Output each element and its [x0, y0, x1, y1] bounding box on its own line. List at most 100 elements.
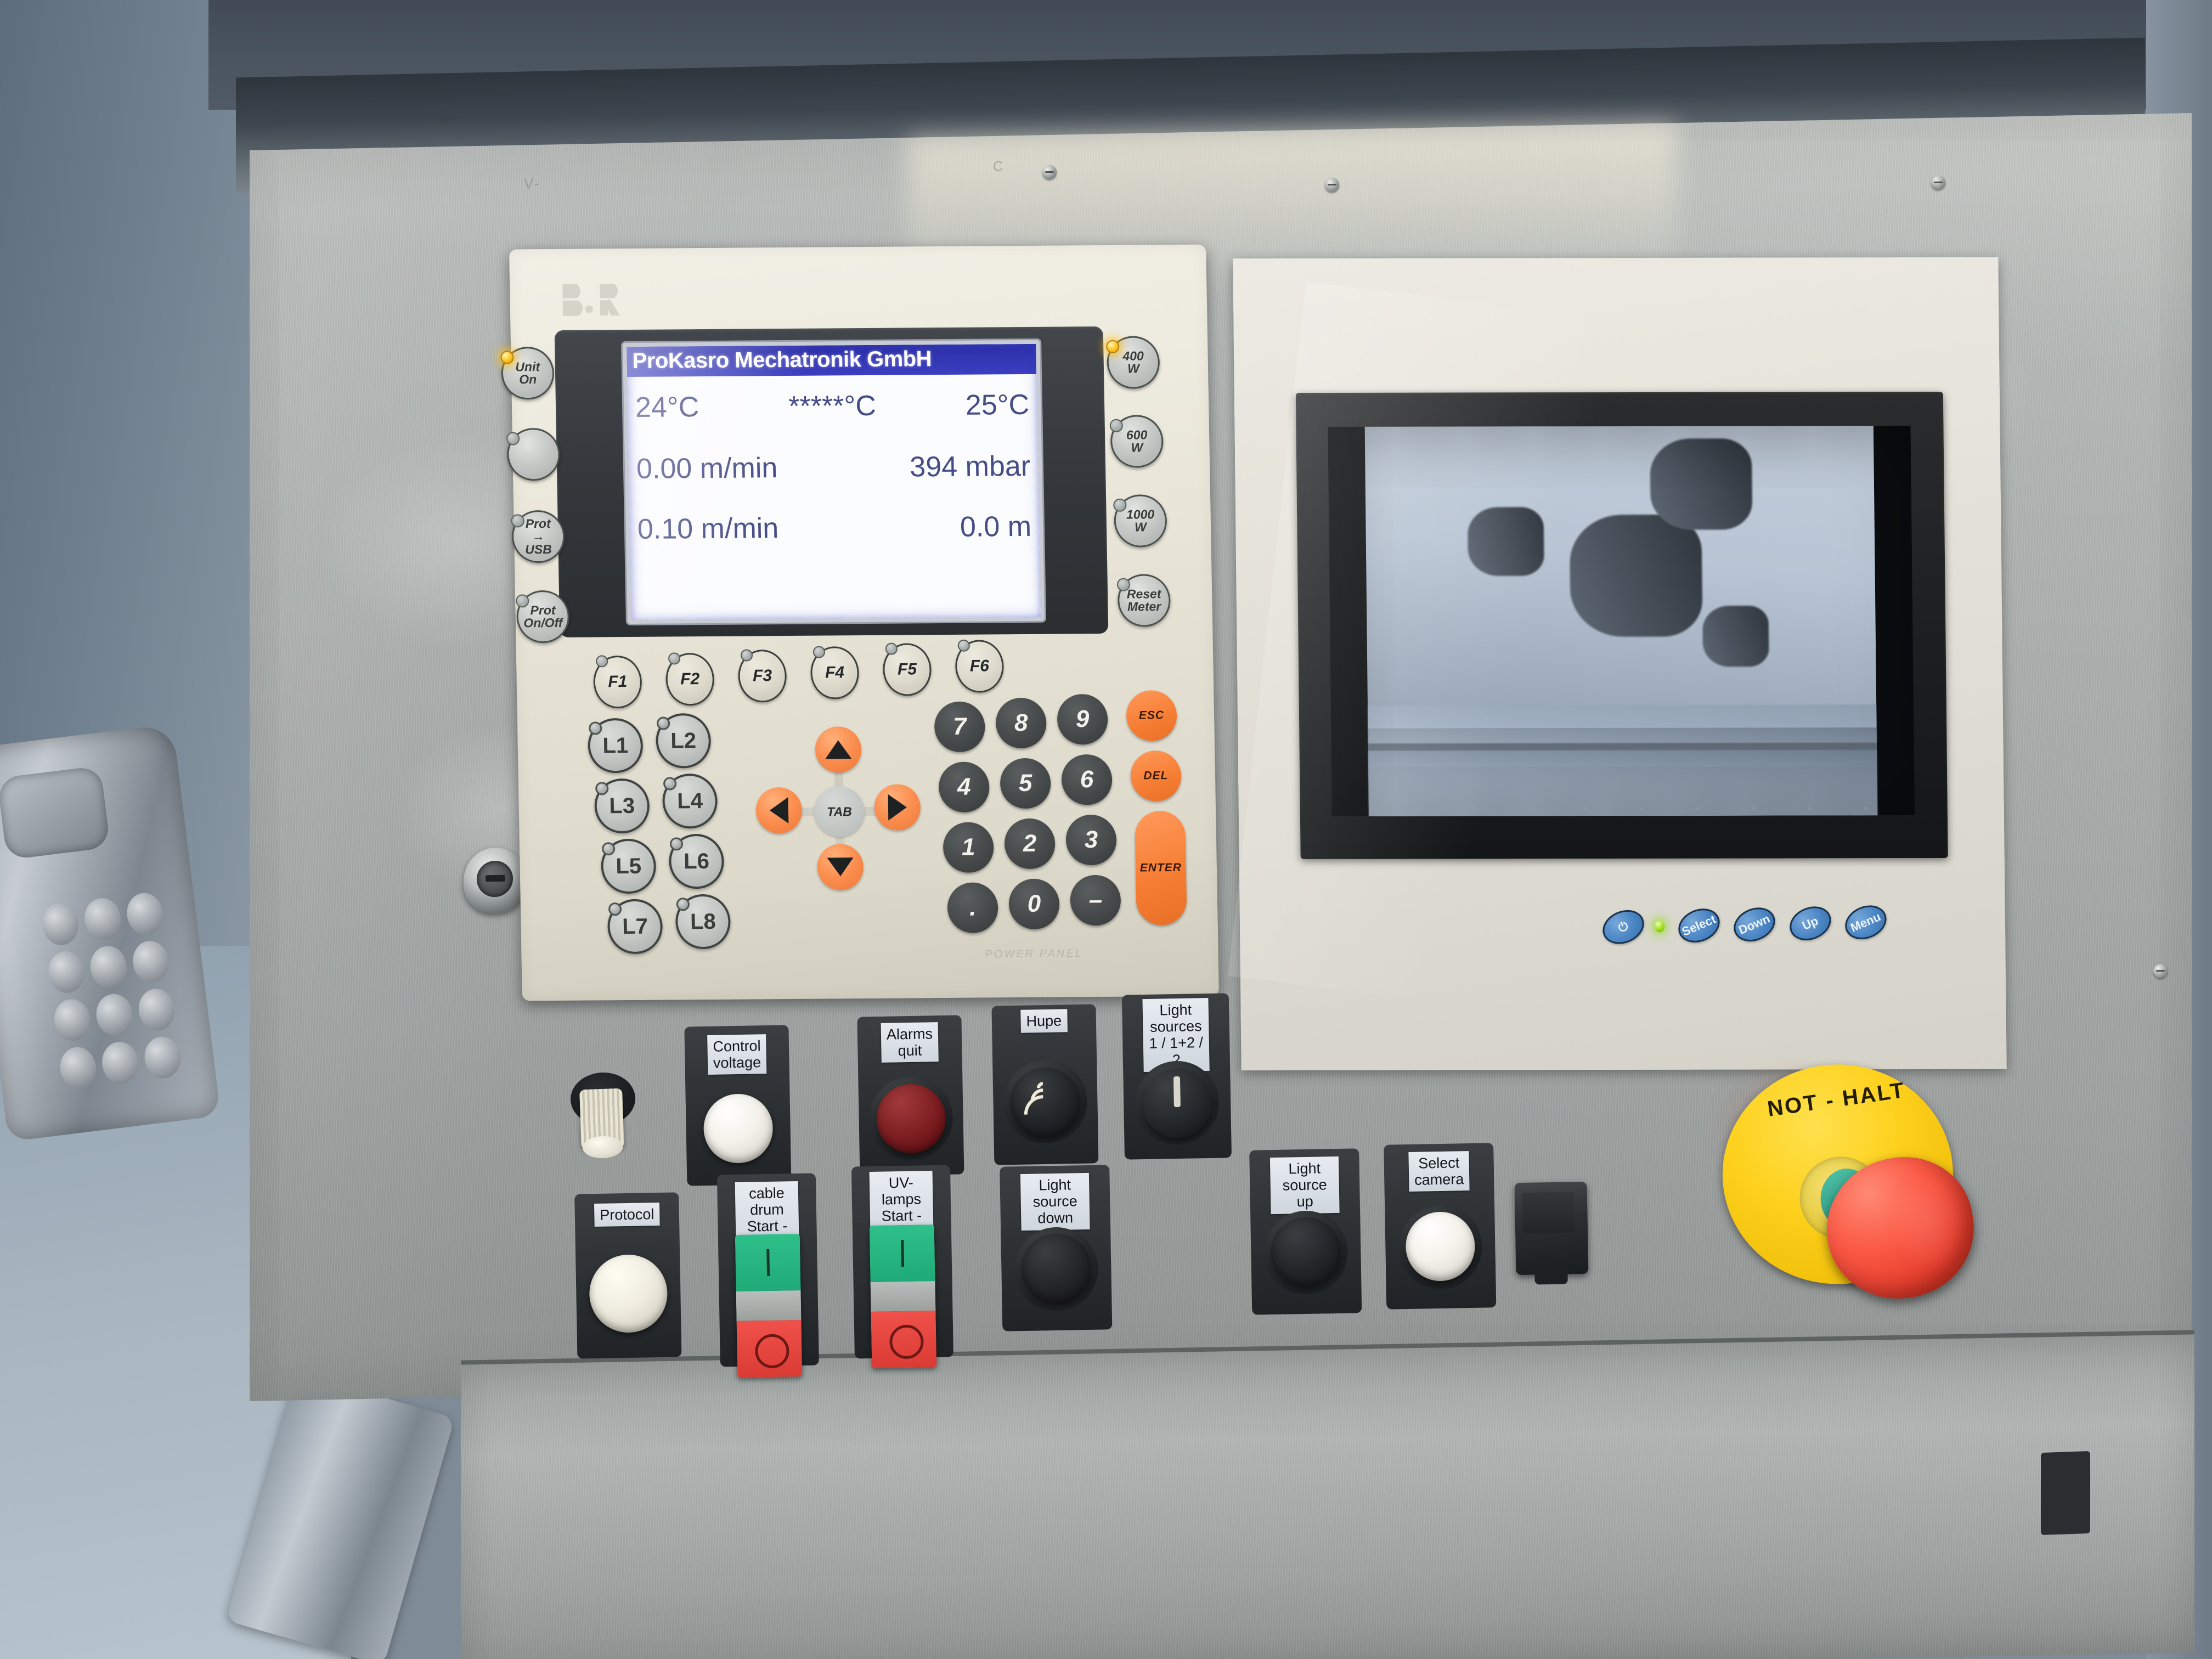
numkey-9[interactable]: 9: [1057, 693, 1108, 745]
key-unit-on-line2: On: [518, 372, 537, 387]
key-f2-label: F2: [680, 670, 700, 689]
key-400w-line2: W: [1127, 361, 1140, 376]
monitor-menu-button[interactable]: Menu: [1840, 899, 1892, 946]
key-l2[interactable]: L2: [655, 713, 712, 769]
key-l3-label: L3: [609, 793, 635, 818]
key-f6[interactable]: F6: [955, 639, 1005, 693]
key-l5[interactable]: L5: [600, 838, 657, 894]
nav-tab-button[interactable]: TAB: [814, 786, 865, 837]
numkey-decimal[interactable]: .: [947, 882, 998, 933]
uv-lamps-stop-half[interactable]: [871, 1310, 937, 1369]
numkey-4[interactable]: 4: [938, 761, 990, 813]
led-l8: [676, 898, 690, 911]
monitor-up-button[interactable]: Up: [1784, 900, 1836, 947]
numkey-2[interactable]: 2: [1004, 818, 1056, 870]
light-source-up-label: Light source up: [1269, 1156, 1340, 1214]
led-f5: [885, 642, 898, 655]
key-400w[interactable]: 400 W: [1106, 336, 1160, 389]
numkey-5[interactable]: 5: [1000, 758, 1051, 809]
key-f4[interactable]: F4: [810, 646, 860, 699]
key-l1[interactable]: L1: [587, 718, 644, 774]
door-lock[interactable]: [464, 847, 527, 915]
key-f5-label: F5: [897, 660, 917, 679]
arrow-right-icon: →: [532, 529, 545, 544]
led-l6: [669, 837, 684, 851]
key-del[interactable]: DEL: [1130, 750, 1182, 802]
numkey-7[interactable]: 7: [934, 701, 986, 753]
power-icon: ⏻: [1616, 918, 1630, 935]
numkey-8[interactable]: 8: [995, 697, 1047, 749]
key-reset-meter[interactable]: Reset Meter: [1116, 574, 1171, 627]
led-f1: [595, 655, 608, 668]
key-unit-on[interactable]: Unit On: [500, 346, 555, 400]
control-voltage-label: Control voltage: [707, 1034, 767, 1075]
light-source-down-group: Light source down: [986, 1165, 1126, 1348]
numeric-keypad: 7 8 9 4 5 6 1 2 3 . 0 – ESC DEL ENTER: [934, 690, 1187, 938]
hmi-model-text: POWER PANEL: [985, 947, 1083, 961]
lcd-pressure: 394 mbar: [909, 450, 1031, 483]
uv-lamps-start-half[interactable]: [869, 1224, 935, 1283]
key-1000w[interactable]: 1000 W: [1113, 494, 1167, 548]
lcd-row-temperatures: 24°C *****°C 25°C: [628, 388, 1037, 424]
key-600w[interactable]: 600 W: [1109, 415, 1164, 468]
arrow-up-icon: [825, 740, 852, 759]
key-1000w-line2: W: [1134, 520, 1147, 534]
uv-lamps-start-stop-rocker[interactable]: [869, 1224, 937, 1369]
nav-right-button[interactable]: [874, 784, 921, 831]
key-l4[interactable]: L4: [662, 773, 718, 829]
select-camera-label: Select camera: [1408, 1151, 1470, 1192]
key-l7[interactable]: L7: [607, 899, 663, 955]
led-l4: [663, 777, 677, 791]
numkey-1[interactable]: 1: [943, 822, 994, 873]
key-l3[interactable]: L3: [594, 778, 650, 834]
monitor-down-button[interactable]: Down: [1729, 901, 1781, 948]
alarms-quit-group: Alarms quit: [846, 1015, 975, 1182]
monitor-menu-label: Menu: [1848, 910, 1883, 935]
key-enter[interactable]: ENTER: [1135, 810, 1187, 926]
key-reset-meter-line2: Meter: [1127, 599, 1161, 614]
key-prot-onoff-line2: On/Off: [523, 615, 563, 630]
handset-earpiece: [0, 765, 111, 860]
camera-view-screen: [1328, 426, 1915, 816]
key-600w-line2: W: [1131, 440, 1143, 455]
key-esc-label: ESC: [1138, 709, 1165, 722]
led-f3: [740, 649, 753, 662]
key-l6[interactable]: L6: [668, 833, 725, 889]
key-f3-label: F3: [752, 667, 772, 685]
key-l8[interactable]: L8: [675, 894, 731, 950]
cable-drum-start-half[interactable]: [735, 1233, 801, 1292]
cable-drum-stop-half[interactable]: [736, 1319, 803, 1378]
led-l5: [601, 842, 616, 856]
nav-down-button[interactable]: [817, 844, 864, 890]
uv-lamps-group: UV-lamps Start - Stop: [838, 1165, 967, 1369]
key-f3[interactable]: F3: [737, 649, 787, 703]
nav-left-button[interactable]: [755, 787, 803, 834]
key-f2[interactable]: F2: [665, 652, 715, 706]
key-prot-to-usb[interactable]: Prot → USB: [511, 510, 566, 563]
key-f1[interactable]: F1: [592, 655, 642, 709]
key-prot-onoff[interactable]: Prot On/Off: [516, 590, 570, 644]
led-f6: [957, 639, 970, 652]
led-l7: [608, 902, 622, 916]
cable-drum-start-stop-rocker[interactable]: [735, 1233, 803, 1378]
panel-connector: [1514, 1181, 1589, 1276]
key-l6-label: L6: [683, 849, 710, 873]
key-l1-label: L1: [602, 733, 629, 758]
cabinet-lower-door: [461, 1334, 2194, 1659]
key-f5[interactable]: F5: [882, 642, 932, 696]
monitor-panel: ⏻ Select Down Up Menu: [1228, 257, 2007, 1071]
led-unit-on: [500, 351, 514, 364]
monitor-select-button[interactable]: Select: [1673, 902, 1725, 949]
key-esc[interactable]: ESC: [1126, 690, 1177, 741]
numkey-minus[interactable]: –: [1070, 874, 1121, 926]
nav-up-button[interactable]: [815, 726, 862, 773]
control-voltage-group: Control voltage: [673, 1025, 802, 1192]
monitor-power-button[interactable]: ⏻: [1597, 904, 1649, 950]
numkey-0[interactable]: 0: [1008, 878, 1060, 930]
numkey-6[interactable]: 6: [1061, 754, 1113, 805]
key-unused[interactable]: [506, 427, 561, 481]
light-source-up-group: Light source up: [1235, 1148, 1376, 1331]
knurled-knob[interactable]: [579, 1088, 624, 1150]
led-400w: [1106, 340, 1120, 353]
numkey-3[interactable]: 3: [1065, 814, 1117, 866]
